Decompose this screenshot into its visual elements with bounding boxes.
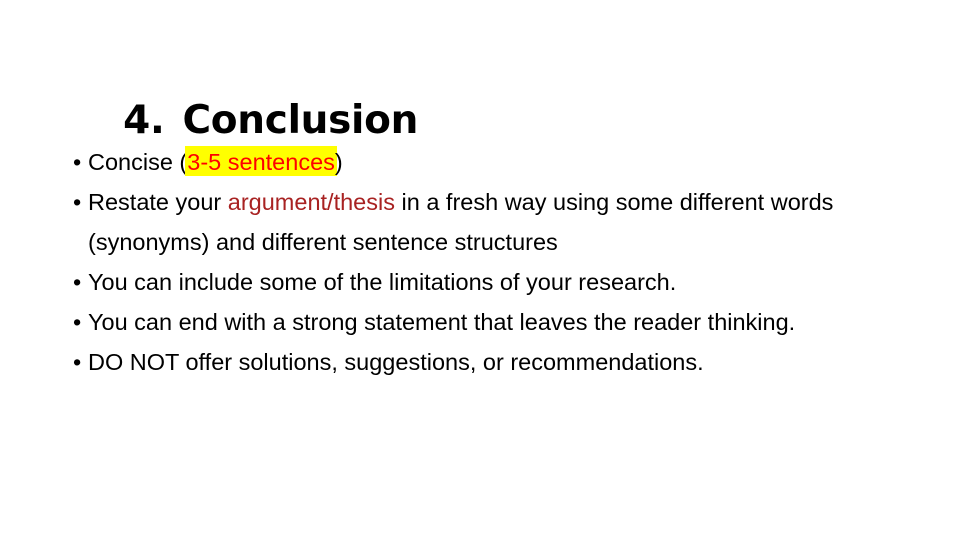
list-item-text: You can include some of the limitations … bbox=[88, 269, 677, 295]
list-item: • Concise (3-5 sentences) bbox=[70, 142, 900, 182]
title-number: 4. bbox=[123, 98, 165, 144]
text-run: ) bbox=[334, 149, 343, 175]
list-item-text: Concise (3-5 sentences) bbox=[88, 142, 900, 182]
list-item-text: DO NOT offer solutions, suggestions, or … bbox=[88, 349, 704, 375]
slide-canvas: 4. Conclusion • Concise (3-5 sentences) •… bbox=[0, 0, 960, 540]
list-item-text: Restate your argument/thesis in a fresh … bbox=[88, 182, 900, 262]
title-text: Conclusion bbox=[182, 98, 419, 144]
text-run: Restate your bbox=[88, 189, 228, 215]
list-item-text: You can end with a strong statement that… bbox=[88, 309, 796, 335]
bullet-marker-icon: • bbox=[73, 349, 82, 375]
text-run: Concise ( bbox=[88, 149, 188, 175]
bullet-marker-icon: • bbox=[73, 189, 82, 215]
bullet-list: • Concise (3-5 sentences) • Restate your… bbox=[70, 142, 900, 382]
list-item: • Restate your argument/thesis in a fres… bbox=[70, 182, 900, 262]
bullet-marker-icon: • bbox=[73, 269, 82, 295]
highlighted-text-run: 3-5 sentences bbox=[187, 149, 335, 175]
list-item: • You can end with a strong statement th… bbox=[70, 302, 900, 342]
list-item: • You can include some of the limitation… bbox=[70, 262, 900, 302]
list-item: • DO NOT offer solutions, suggestions, o… bbox=[70, 342, 900, 382]
emphasis-text-run: argument/thesis bbox=[227, 189, 395, 215]
bullet-marker-icon: • bbox=[73, 309, 82, 335]
bullet-marker-icon: • bbox=[73, 149, 82, 175]
